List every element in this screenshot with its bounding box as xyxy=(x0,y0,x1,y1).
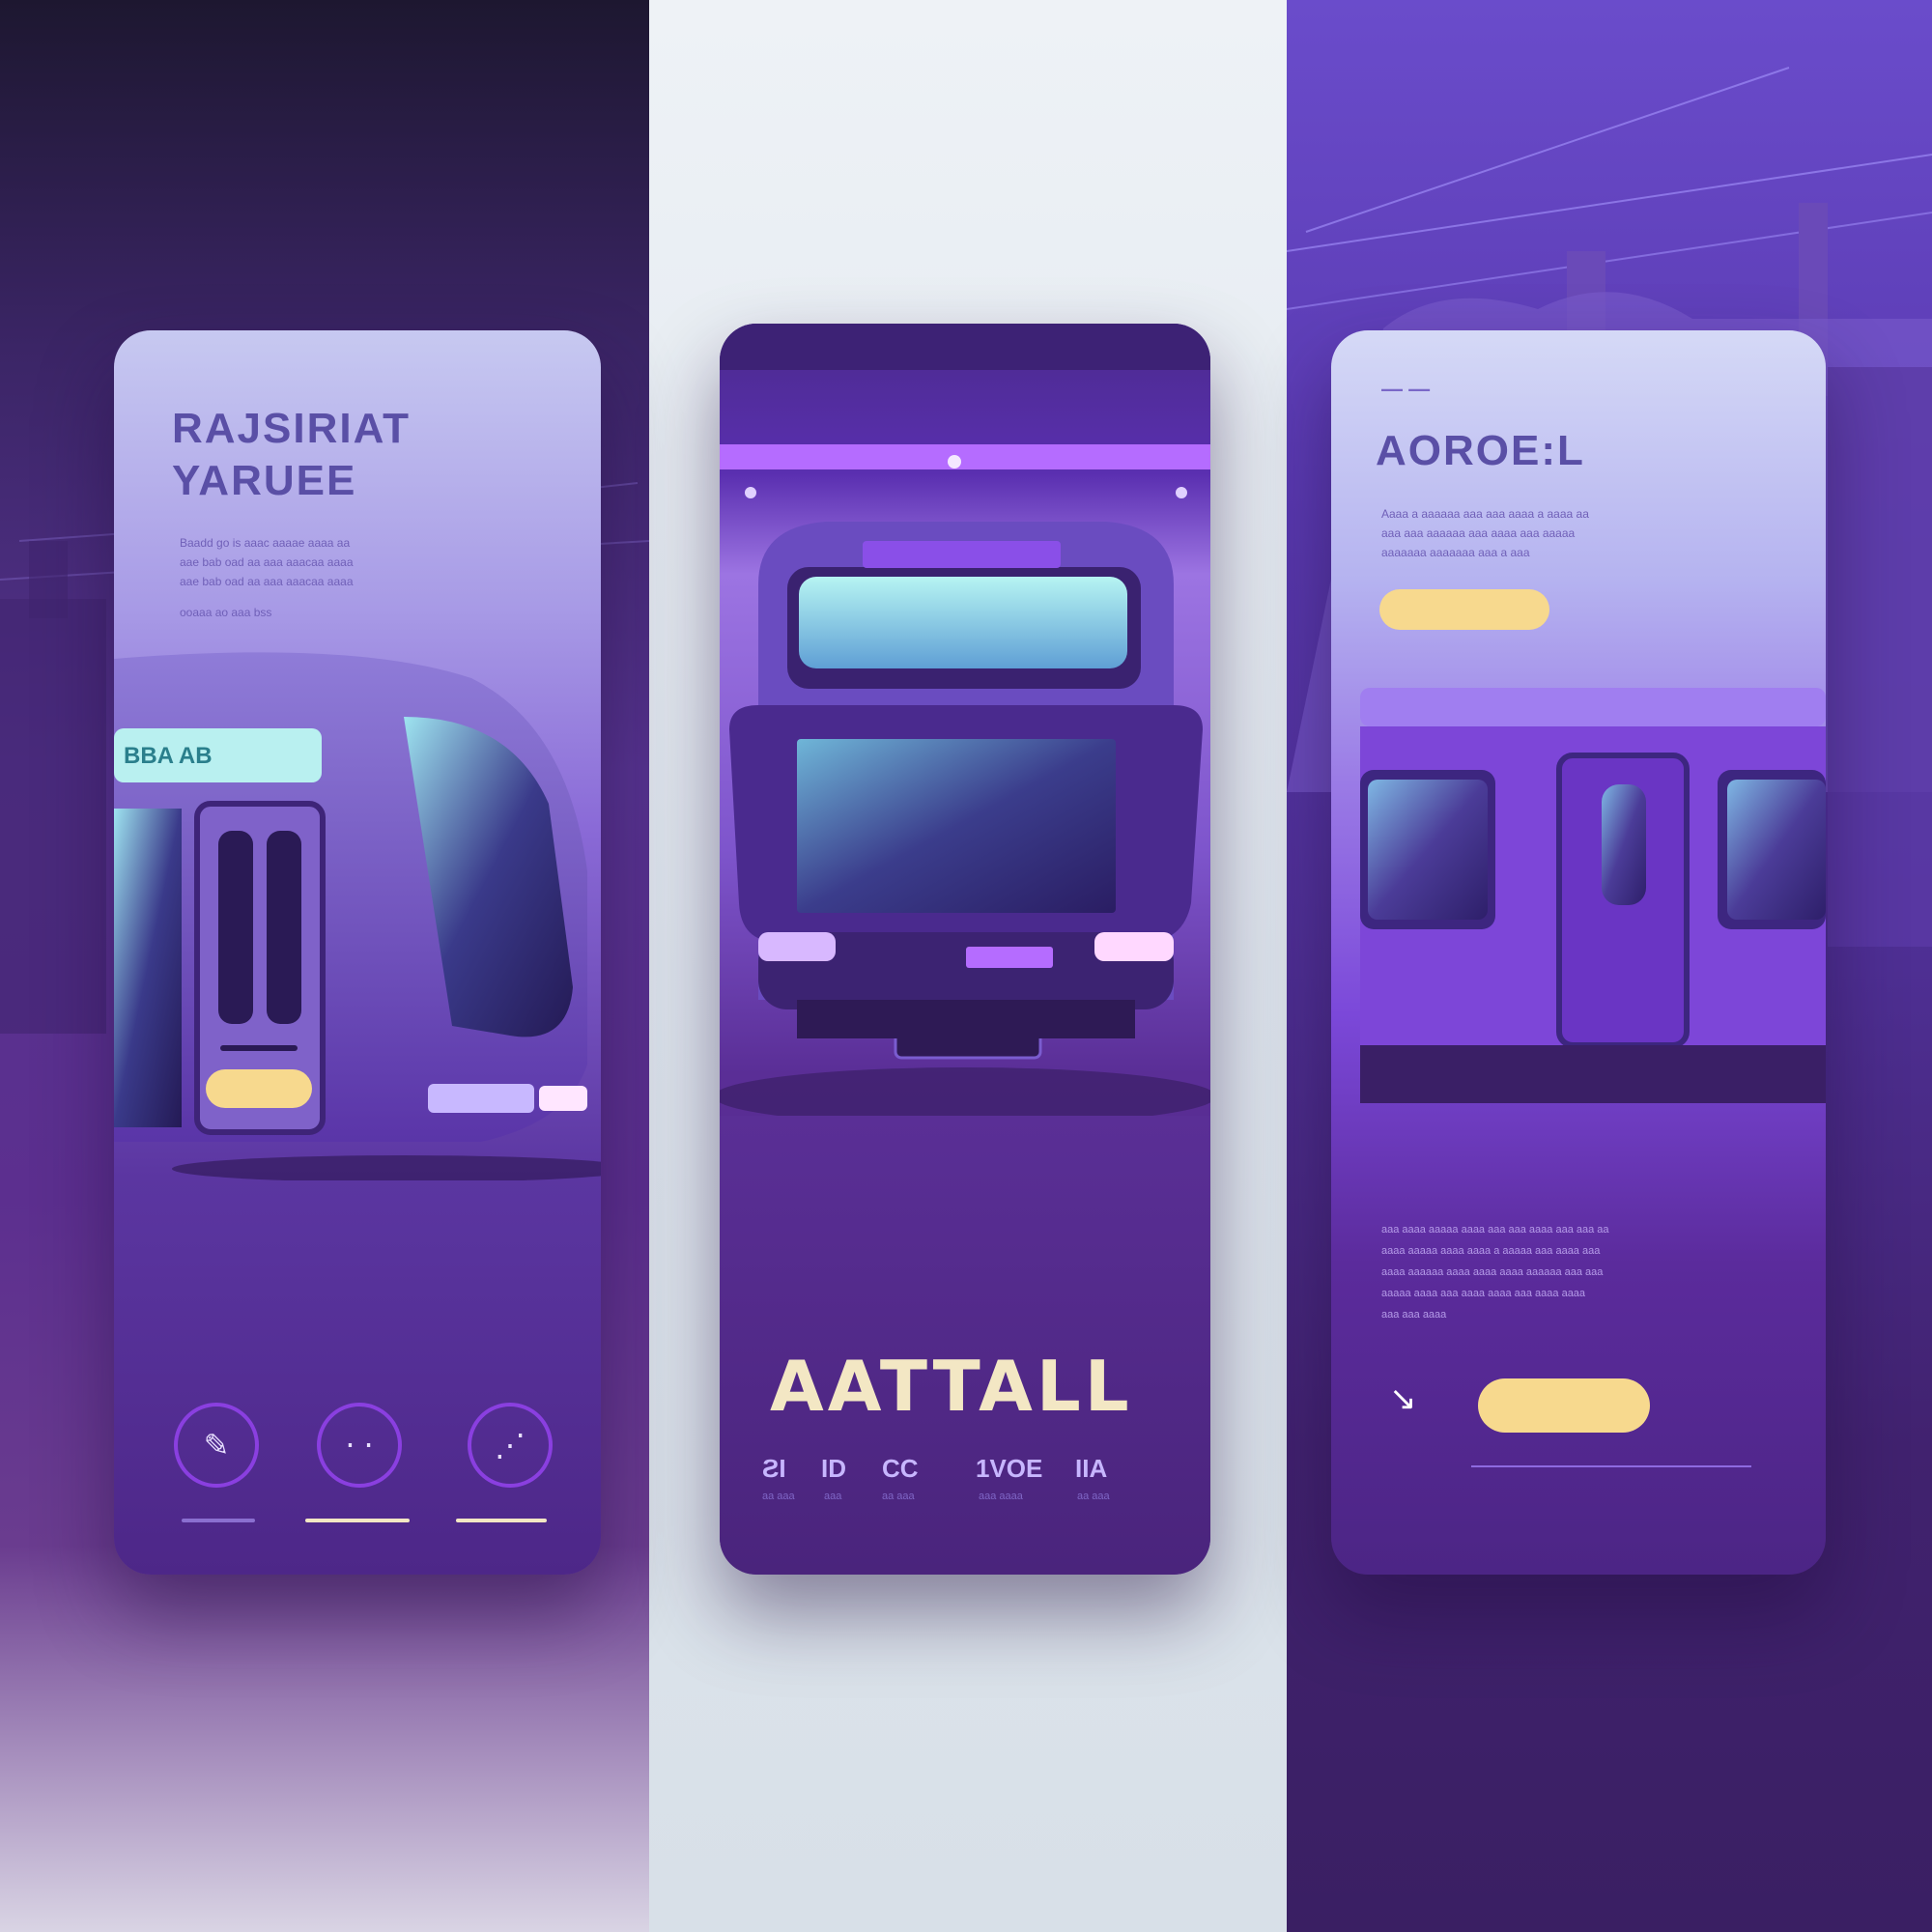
card1-title-line1: RAJSIRIAT xyxy=(172,405,411,452)
train-front-illustration xyxy=(720,324,1210,1116)
destination-window xyxy=(799,577,1127,668)
stat-label: aa aaa xyxy=(762,1491,795,1502)
card3-lower-line: aaaaa aaaa aaa aaaa aaaa aaa aaaa aaaa xyxy=(1381,1288,1586,1299)
tab-indicator xyxy=(305,1519,410,1522)
dots-icon: ⋅ ⋅ xyxy=(345,1428,374,1463)
stat-label: aaa aaaa xyxy=(979,1491,1023,1502)
card3-dash-marks: — — xyxy=(1381,377,1431,401)
arrow-icon[interactable]: ↘ xyxy=(1389,1379,1417,1418)
bus-badge xyxy=(206,1069,312,1108)
bus-illustration: BBA AB xyxy=(114,652,601,1180)
card1-body-line: aae bab oad aa aaa aaacaa aaaa xyxy=(180,575,354,588)
tab-indicator xyxy=(456,1519,547,1522)
stat-label: aa aaa xyxy=(882,1491,915,1502)
card3-body-line: Aaaa a aaaaaa aaa aaa aaaa a aaaa aa xyxy=(1381,507,1589,521)
card3-lower-body: aaa aaaa aaaaa aaaa aaa aaa aaaa aaa aaa… xyxy=(1381,1219,1787,1325)
stat-value: 1VOE xyxy=(976,1454,1043,1483)
grid-icon: ⋰ xyxy=(495,1428,526,1463)
card3-lower-line: aaaa aaaaa aaaa aaaa a aaaaa aaa aaaa aa… xyxy=(1381,1245,1601,1257)
card1-body-line: Baadd go is aaac aaaae aaaa aa xyxy=(180,536,351,550)
train-side-illustration xyxy=(1360,688,1826,1103)
stat-value: CC xyxy=(882,1454,919,1483)
nav-dots-button[interactable]: ⋅ ⋅ xyxy=(317,1403,402,1488)
stat-label: aaa xyxy=(824,1491,842,1502)
bus-display-text: BBA AB xyxy=(124,743,213,769)
stat-value: IIA xyxy=(1075,1454,1108,1483)
card3-lower-line: aaa aaaa aaaaa aaaa aaa aaa aaaa aaa aaa… xyxy=(1381,1224,1609,1236)
card1-body-line: aae bab oad aa aaa aaacaa aaaa xyxy=(180,555,354,569)
nav-grid-button[interactable]: ⋰ xyxy=(468,1403,553,1488)
card3-continue-button[interactable] xyxy=(1478,1378,1650,1433)
windshield xyxy=(797,739,1116,913)
card1-body: Baadd go is aaac aaaae aaaa aa aae bab o… xyxy=(180,533,547,622)
tab-indicator xyxy=(182,1519,255,1522)
nav-edit-button[interactable]: ✎ xyxy=(174,1403,259,1488)
card1-title: RAJSIRIAT YARUEE xyxy=(172,403,411,507)
card2-headline: AATTALL xyxy=(770,1346,1133,1427)
card1-body-line: ooaaa ao aaa bss xyxy=(180,606,272,619)
divider xyxy=(1471,1465,1751,1467)
card3-body-line: aaaaaaa aaaaaaa aaa a aaa xyxy=(1381,546,1530,559)
card3-lower-line: aaaa aaaaaa aaaa aaaa aaaa aaaaaa aaa aa… xyxy=(1381,1266,1604,1278)
screen-card-train-side: — — AOROE:L Aaaa a aaaaaa aaa aaa aaaa a… xyxy=(1331,330,1826,1575)
stat-value: ID xyxy=(821,1454,846,1483)
card3-primary-button[interactable] xyxy=(1379,589,1549,630)
card1-title-line2: YARUEE xyxy=(172,457,357,504)
screen-card-bus: RAJSIRIAT YARUEE Baadd go is aaac aaaae … xyxy=(114,330,601,1575)
card3-body-line: aaa aaa aaaaaa aaa aaaa aaa aaaaa xyxy=(1381,526,1576,540)
screen-card-train-front: AATTALL ƧI aa aaa ID aaa CC aa aaa 1VOE … xyxy=(720,324,1210,1575)
card3-title: AOROE:L xyxy=(1376,427,1585,474)
stat-value: ƧI xyxy=(762,1454,786,1483)
card3-lower-line: aaa aaa aaaa xyxy=(1381,1309,1447,1321)
edit-icon: ✎ xyxy=(203,1428,230,1463)
card3-body: Aaaa a aaaaaa aaa aaa aaaa a aaaa aa aaa… xyxy=(1381,504,1787,562)
stat-label: aa aaa xyxy=(1077,1491,1110,1502)
